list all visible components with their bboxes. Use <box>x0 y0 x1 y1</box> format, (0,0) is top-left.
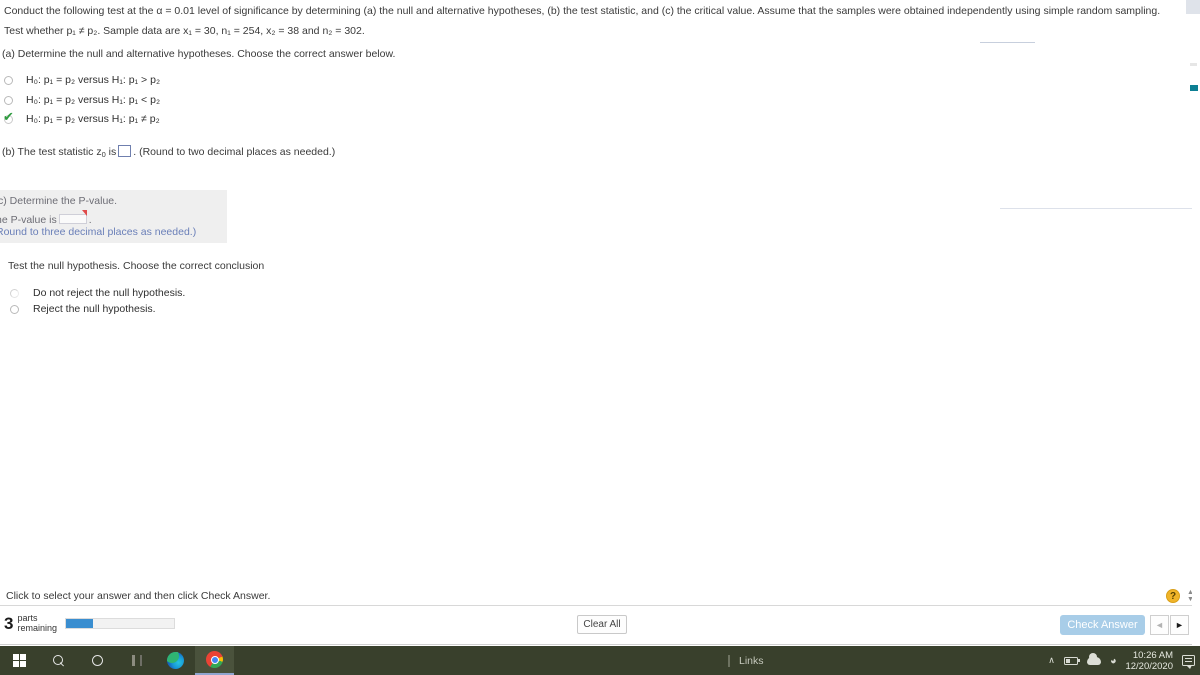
radio-option-2[interactable] <box>4 95 13 105</box>
parts-remaining-group: 3 parts remaining <box>4 613 175 633</box>
conclusion-label-2: Reject the null hypothesis. <box>33 303 156 315</box>
problem-intro-text: Conduct the following test at the α = 0.… <box>4 5 1161 17</box>
toolbar-grip-icon[interactable] <box>728 654 730 667</box>
radio-option-1[interactable] <box>4 75 13 85</box>
hint-text: Click to select your answer and then cli… <box>6 590 271 602</box>
question-content-area: Conduct the following test at the α = 0.… <box>0 0 1192 586</box>
taskbar-clock[interactable]: 10:26 AM 12/20/2020 <box>1125 650 1173 672</box>
next-part-button[interactable]: ► <box>1170 615 1189 635</box>
taskbar-left-group <box>0 646 234 675</box>
conclusion-label-1: Do not reject the null hypothesis. <box>33 287 186 299</box>
edge-taskbar-button[interactable] <box>156 646 195 675</box>
option-row-1[interactable]: H₀: p₁ = p₂ versus H₁: p₁ > p₂ <box>4 74 160 86</box>
task-view-button[interactable] <box>117 646 156 675</box>
p-value-prompt: he P-value is <box>0 214 57 226</box>
previous-part-button[interactable]: ◄ <box>1150 615 1169 635</box>
p-value-input[interactable] <box>58 210 87 224</box>
chrome-icon <box>206 651 223 668</box>
scrollbar-column[interactable] <box>1192 0 1200 645</box>
check-mark-icon: ✔ <box>3 109 14 125</box>
option-row-3[interactable]: ✔ H₀: p₁ = p₂ versus H₁: p₁ ≠ p₂ <box>3 109 160 126</box>
taskbar-search-button[interactable] <box>39 646 78 675</box>
part-a-prompt: (a) Determine the null and alternative h… <box>2 48 396 60</box>
option-label-3: H₀: p₁ = p₂ versus H₁: p₁ ≠ p₂ <box>26 113 160 125</box>
chrome-taskbar-button[interactable] <box>195 646 234 675</box>
cortana-icon <box>92 655 103 666</box>
radio-option-3-wrapper[interactable]: ✔ <box>3 109 14 125</box>
wifi-icon[interactable]: ◕ <box>1108 654 1118 667</box>
scrollbar-mark-upper[interactable] <box>1190 63 1197 66</box>
help-icon[interactable]: ? <box>1166 589 1180 603</box>
start-button[interactable] <box>0 646 39 675</box>
test-statistic-input[interactable] <box>118 145 132 157</box>
notifications-icon[interactable] <box>1182 655 1195 669</box>
windows-start-icon <box>13 654 26 667</box>
parts-remaining-count: 3 <box>4 614 14 633</box>
prev-arrow-icon: ◄ <box>1155 620 1164 630</box>
battery-icon[interactable] <box>1063 656 1080 665</box>
radio-conclusion-1[interactable] <box>10 288 19 298</box>
p-value-row: he P-value is. <box>0 210 92 226</box>
clock-date: 12/20/2020 <box>1125 660 1173 672</box>
onedrive-cloud-icon[interactable] <box>1086 653 1101 665</box>
radio-conclusion-2[interactable] <box>10 304 19 314</box>
cortana-button[interactable] <box>78 646 117 675</box>
scrollbar-track-top[interactable] <box>1186 0 1200 14</box>
progress-bar <box>65 618 175 629</box>
parts-word-line1: parts <box>17 613 38 623</box>
scrollbar-thumb[interactable] <box>1190 85 1198 91</box>
clear-all-button[interactable]: Clear All <box>577 615 627 634</box>
next-arrow-icon: ► <box>1175 620 1184 630</box>
windows-taskbar: Links ∧ ◕ 10:26 AM 12/20/2020 <box>0 646 1200 675</box>
divider-line-mid-right <box>1000 208 1192 209</box>
part-b-prompt-mid: is <box>105 146 117 158</box>
part-b-prompt-post: . (Round to two decimal places as needed… <box>133 146 336 158</box>
conclusion-prompt: Test the null hypothesis. Choose the cor… <box>8 260 265 272</box>
progress-bar-fill <box>66 619 93 628</box>
browser-page: Conduct the following test at the α = 0.… <box>0 0 1200 675</box>
hint-bar: Click to select your answer and then cli… <box>0 588 1192 606</box>
problem-sample-data-text: Test whether p₁ ≠ p₂. Sample data are x₁… <box>4 25 365 37</box>
links-label: Links <box>739 654 764 667</box>
show-hidden-icons-icon[interactable]: ∧ <box>1048 655 1055 666</box>
p-value-heading: c) Determine the P-value. <box>0 195 118 207</box>
parts-remaining-label: parts remaining <box>17 613 57 633</box>
option-label-1: H₀: p₁ = p₂ versus H₁: p₁ > p₂ <box>26 74 161 86</box>
part-b-prompt-pre: (b) The test statistic z <box>2 146 102 158</box>
system-tray: ∧ ◕ 10:26 AM 12/20/2020 <box>1039 646 1200 675</box>
conclusion-row-2[interactable]: Reject the null hypothesis. <box>10 303 156 315</box>
p-value-period: . <box>88 214 92 226</box>
parts-word-line2: remaining <box>17 622 57 633</box>
clock-time: 10:26 AM <box>1132 649 1173 661</box>
option-row-2[interactable]: H₀: p₁ = p₂ versus H₁: p₁ < p₂ <box>4 94 160 106</box>
divider-line-top-right <box>980 42 1035 43</box>
task-view-icon <box>131 655 142 666</box>
p-value-panel: c) Determine the P-value. he P-value is.… <box>0 190 227 243</box>
option-label-2: H₀: p₁ = p₂ versus H₁: p₁ < p₂ <box>26 94 161 106</box>
conclusion-row-1[interactable]: Do not reject the null hypothesis. <box>10 287 185 299</box>
check-answer-button[interactable]: Check Answer <box>1060 615 1145 635</box>
part-b-row: (b) The test statistic z0 is. (Round to … <box>2 145 335 161</box>
search-icon <box>52 654 65 667</box>
links-toolbar[interactable]: Links <box>728 646 764 675</box>
edge-icon <box>167 652 184 669</box>
p-value-round-note: Round to three decimal places as needed.… <box>0 226 197 238</box>
